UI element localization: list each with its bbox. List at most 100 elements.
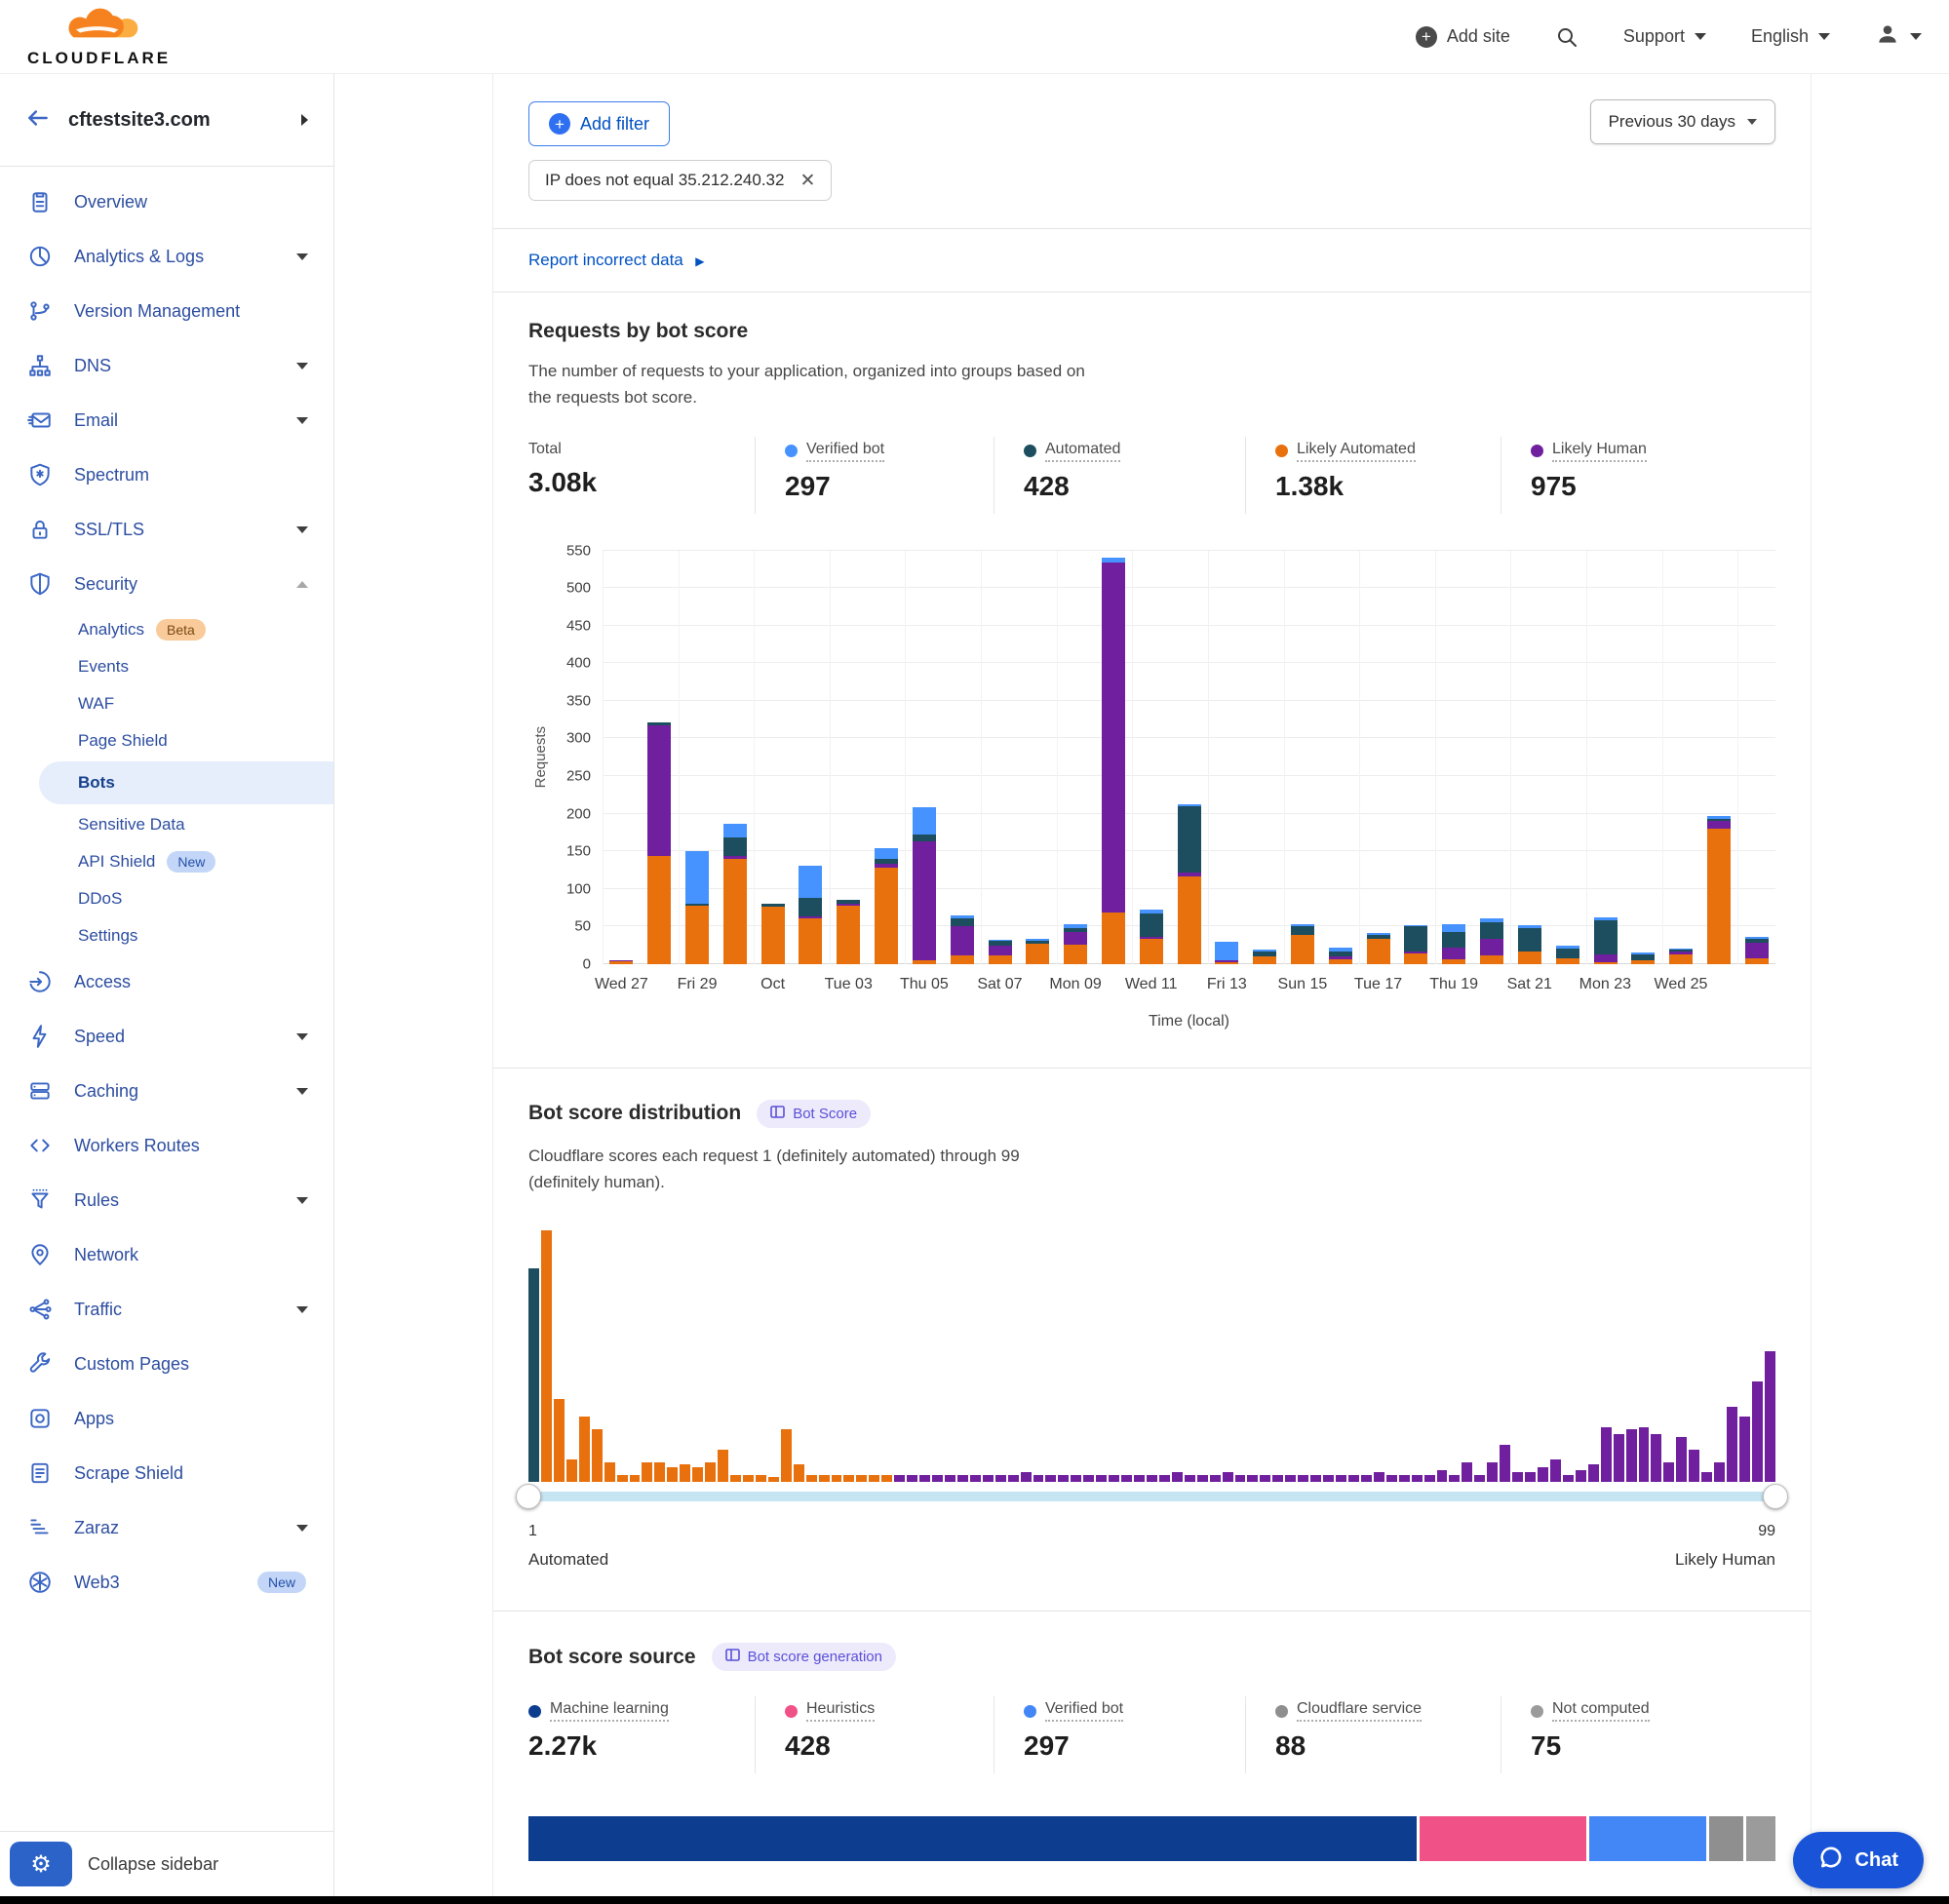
score-bar-41[interactable] xyxy=(1033,1475,1044,1483)
chat-button[interactable]: Chat xyxy=(1793,1832,1924,1888)
stacked-bar-thu-05[interactable] xyxy=(913,807,936,964)
score-bar-61[interactable] xyxy=(1285,1475,1296,1483)
account-menu[interactable] xyxy=(1875,21,1922,52)
score-bar-15[interactable] xyxy=(705,1462,716,1483)
score-bar-77[interactable] xyxy=(1487,1462,1498,1483)
stacked-bar-day-10[interactable] xyxy=(951,915,974,964)
sidebar-item-spectrum[interactable]: Spectrum xyxy=(0,447,333,502)
score-bar-63[interactable] xyxy=(1310,1475,1321,1483)
back-arrow-icon[interactable] xyxy=(25,105,51,136)
stacked-bar-day-30[interactable] xyxy=(1707,816,1731,964)
score-bar-84[interactable] xyxy=(1576,1470,1586,1483)
stacked-bar-day-8[interactable] xyxy=(875,848,898,964)
sidebar-item-events[interactable]: Events xyxy=(0,648,333,685)
score-bar-44[interactable] xyxy=(1071,1475,1081,1483)
score-bar-8[interactable] xyxy=(617,1475,628,1483)
stacked-bar-day-16[interactable] xyxy=(1178,804,1201,963)
sidebar-item-overview[interactable]: Overview xyxy=(0,175,333,229)
score-bar-99[interactable] xyxy=(1765,1351,1775,1482)
score-bar-57[interactable] xyxy=(1235,1475,1246,1483)
sidebar-item-network[interactable]: Network xyxy=(0,1227,333,1282)
report-incorrect-data-link[interactable]: Report incorrect data xyxy=(528,251,683,269)
source-segment-not-computed[interactable] xyxy=(1746,1816,1775,1861)
score-bar-88[interactable] xyxy=(1626,1429,1637,1482)
score-bar-50[interactable] xyxy=(1147,1475,1157,1483)
sidebar-item-speed[interactable]: Speed xyxy=(0,1009,333,1064)
sidebar-item-rules[interactable]: Rules xyxy=(0,1173,333,1227)
stacked-bar-sun-15[interactable] xyxy=(1291,924,1314,964)
score-bar-48[interactable] xyxy=(1121,1475,1132,1483)
sidebar-item-caching[interactable]: Caching xyxy=(0,1064,333,1118)
language-menu[interactable]: English xyxy=(1751,26,1830,47)
score-bar-87[interactable] xyxy=(1614,1434,1624,1482)
stacked-bar-thu-19[interactable] xyxy=(1442,924,1465,964)
score-bar-20[interactable] xyxy=(768,1477,779,1482)
score-bar-90[interactable] xyxy=(1651,1434,1661,1482)
score-bar-89[interactable] xyxy=(1639,1427,1650,1483)
slider-track[interactable] xyxy=(528,1492,1775,1501)
score-bar-25[interactable] xyxy=(832,1475,842,1483)
sidebar-item-email[interactable]: Email xyxy=(0,393,333,447)
score-bar-19[interactable] xyxy=(756,1475,766,1483)
stacked-bar-oct[interactable] xyxy=(761,904,785,964)
score-bar-52[interactable] xyxy=(1172,1472,1183,1482)
score-bar-73[interactable] xyxy=(1437,1470,1448,1483)
stacked-bar-day-14[interactable] xyxy=(1102,558,1125,963)
score-bar-55[interactable] xyxy=(1210,1475,1221,1483)
stacked-bar-day-24[interactable] xyxy=(1480,918,1503,964)
score-bar-33[interactable] xyxy=(932,1475,943,1483)
stacked-bar-day-4[interactable] xyxy=(723,824,747,964)
source-segment-heuristics[interactable] xyxy=(1420,1816,1587,1861)
score-bar-36[interactable] xyxy=(970,1475,981,1483)
stacked-bar-day-31[interactable] xyxy=(1745,937,1769,964)
score-bar-78[interactable] xyxy=(1500,1445,1510,1483)
score-bar-67[interactable] xyxy=(1361,1475,1372,1483)
sidebar-item-access[interactable]: Access xyxy=(0,954,333,1009)
score-bar-82[interactable] xyxy=(1550,1459,1561,1482)
stacked-bar-wed-25[interactable] xyxy=(1669,949,1693,964)
score-bar-21[interactable] xyxy=(781,1429,792,1482)
score-bar-24[interactable] xyxy=(819,1475,830,1483)
score-bar-92[interactable] xyxy=(1676,1437,1687,1482)
source-segment-cloudflare-service[interactable] xyxy=(1709,1816,1743,1861)
score-bar-18[interactable] xyxy=(743,1475,754,1483)
sidebar-item-analytics-logs[interactable]: Analytics & Logs xyxy=(0,229,333,284)
score-bar-53[interactable] xyxy=(1185,1475,1195,1483)
score-bar-39[interactable] xyxy=(1008,1475,1019,1483)
sidebar-item-waf[interactable]: WAF xyxy=(0,685,333,722)
source-segment-machine-learning[interactable] xyxy=(528,1816,1417,1861)
sidebar-item-page-shield[interactable]: Page Shield xyxy=(0,722,333,759)
score-bar-79[interactable] xyxy=(1512,1472,1523,1482)
score-bar-51[interactable] xyxy=(1159,1475,1170,1483)
score-bar-56[interactable] xyxy=(1223,1472,1233,1482)
stacked-bar-mon-23[interactable] xyxy=(1594,917,1618,964)
score-bar-30[interactable] xyxy=(894,1475,905,1483)
score-bar-91[interactable] xyxy=(1663,1462,1674,1483)
score-bar-85[interactable] xyxy=(1588,1464,1599,1482)
stacked-bar-wed-27[interactable] xyxy=(609,960,633,963)
score-bar-38[interactable] xyxy=(995,1475,1006,1483)
score-bar-23[interactable] xyxy=(806,1475,817,1483)
sidebar-item-version-management[interactable]: Version Management xyxy=(0,284,333,338)
stacked-bar-tue-17[interactable] xyxy=(1367,933,1390,964)
score-bar-10[interactable] xyxy=(642,1462,652,1483)
stacked-bar-mon-09[interactable] xyxy=(1064,924,1087,964)
score-bar-27[interactable] xyxy=(856,1475,867,1483)
sidebar-item-apps[interactable]: Apps xyxy=(0,1391,333,1446)
search-icon[interactable] xyxy=(1555,25,1579,49)
score-bar-29[interactable] xyxy=(881,1475,892,1483)
score-bar-74[interactable] xyxy=(1449,1475,1460,1483)
stacked-bar-day-22[interactable] xyxy=(1404,925,1427,964)
score-bar-59[interactable] xyxy=(1260,1475,1270,1483)
score-bar-64[interactable] xyxy=(1323,1475,1334,1483)
sidebar-item-security[interactable]: Security xyxy=(0,557,333,611)
stacked-bar-day-28[interactable] xyxy=(1631,952,1655,964)
score-bar-45[interactable] xyxy=(1083,1475,1094,1483)
score-bar-17[interactable] xyxy=(730,1475,741,1483)
settings-gear-button[interactable]: ⚙ xyxy=(10,1842,72,1886)
score-bar-32[interactable] xyxy=(919,1475,930,1483)
score-bar-9[interactable] xyxy=(630,1475,641,1483)
add-site-button[interactable]: + Add site xyxy=(1416,26,1510,48)
close-icon[interactable]: ✕ xyxy=(799,172,815,190)
sidebar-item-security-analytics[interactable]: AnalyticsBeta xyxy=(0,611,333,648)
